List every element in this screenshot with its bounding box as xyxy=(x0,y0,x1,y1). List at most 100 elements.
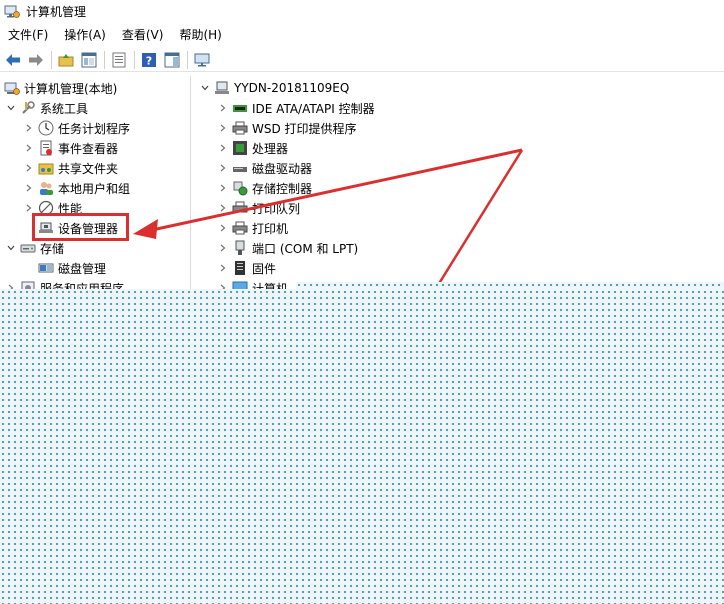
tree-label: YYDN-20181109EQ xyxy=(234,81,350,95)
annotation-highlight-box xyxy=(32,213,129,241)
printer-icon xyxy=(232,120,248,136)
device-tree-computer[interactable]: YYDN-20181109EQ xyxy=(200,78,349,98)
processor-icon xyxy=(232,140,248,156)
storage-controller-icon xyxy=(232,180,248,196)
menu-action[interactable]: 操作(A) xyxy=(56,24,114,46)
console-tree-pane: 计算机管理(本地) 系统工具 任务计划程序 事件查看器 共享文件夹 本地用户和组… xyxy=(0,76,191,304)
computer-management-icon xyxy=(4,80,20,96)
tools-icon xyxy=(20,100,36,116)
forward-icon xyxy=(29,53,43,66)
computer-icon xyxy=(214,80,230,96)
up-folder-button[interactable] xyxy=(56,50,76,70)
up-folder-icon xyxy=(58,53,74,66)
chevron-right-icon[interactable] xyxy=(24,203,34,213)
clock-icon xyxy=(38,120,54,136)
menu-file[interactable]: 文件(F) xyxy=(0,24,56,46)
chevron-right-icon[interactable] xyxy=(24,163,34,173)
device-category-ide[interactable]: IDE ATA/ATAPI 控制器 xyxy=(218,98,375,118)
tree-label: 任务计划程序 xyxy=(58,121,131,136)
tree-item-storage[interactable]: 存储 xyxy=(6,238,64,258)
ide-controller-icon xyxy=(232,100,248,116)
toolbar-separator xyxy=(104,50,105,69)
tree-label: 磁盘管理 xyxy=(58,261,107,276)
computer-management-icon xyxy=(4,5,20,18)
device-category-print-queues[interactable]: 打印队列 xyxy=(218,198,300,218)
chevron-right-icon[interactable] xyxy=(218,103,228,113)
device-category-ports[interactable]: 端口 (COM 和 LPT) xyxy=(218,238,358,258)
tree-label: 存储控制器 xyxy=(252,181,313,196)
show-action-pane-button[interactable] xyxy=(162,50,182,70)
tree-label: 系统工具 xyxy=(40,101,89,116)
tree-label: 端口 (COM 和 LPT) xyxy=(252,241,359,256)
back-button[interactable] xyxy=(3,50,23,70)
title-bar: 计算机管理 xyxy=(0,0,724,22)
help-icon: ? xyxy=(142,52,156,67)
properties-icon xyxy=(112,52,126,67)
device-category-processor[interactable]: 处理器 xyxy=(218,138,288,158)
toolbar-separator xyxy=(134,50,135,69)
chevron-right-icon[interactable] xyxy=(218,243,228,253)
menu-help[interactable]: 帮助(H) xyxy=(171,24,229,46)
chevron-down-icon[interactable] xyxy=(200,83,210,93)
chevron-right-icon[interactable] xyxy=(218,203,228,213)
chevron-right-icon[interactable] xyxy=(218,263,228,273)
device-category-printers[interactable]: 打印机 xyxy=(218,218,288,238)
chevron-down-icon[interactable] xyxy=(6,243,16,253)
monitor-icon xyxy=(194,53,210,66)
tree-item-local-users[interactable]: 本地用户和组 xyxy=(24,178,130,198)
show-hide-tree-button[interactable] xyxy=(79,50,99,70)
chevron-down-icon[interactable] xyxy=(6,103,16,113)
tree-item-event-viewer[interactable]: 事件查看器 xyxy=(24,138,118,158)
tree-item-shared-folders[interactable]: 共享文件夹 xyxy=(24,158,118,178)
chevron-right-icon[interactable] xyxy=(24,183,34,193)
tree-item-root[interactable]: 计算机管理(本地) xyxy=(4,78,117,98)
chevron-right-icon[interactable] xyxy=(218,123,228,133)
event-viewer-icon xyxy=(38,140,54,156)
firmware-icon xyxy=(232,260,248,276)
tree-label: 共享文件夹 xyxy=(58,161,119,176)
obscured-region xyxy=(0,289,724,604)
chevron-right-icon[interactable] xyxy=(24,143,34,153)
chevron-right-icon[interactable] xyxy=(218,143,228,153)
tree-item-system-tools[interactable]: 系统工具 xyxy=(6,98,88,118)
device-category-storage-controllers[interactable]: 存储控制器 xyxy=(218,178,312,198)
chevron-right-icon[interactable] xyxy=(218,183,228,193)
tree-label: 计算机管理(本地) xyxy=(24,81,118,96)
back-icon xyxy=(6,53,20,66)
disk-drive-icon xyxy=(232,160,248,176)
tree-label: 固件 xyxy=(252,261,277,276)
tree-item-task-scheduler[interactable]: 任务计划程序 xyxy=(24,118,130,138)
tree-item-disk-management[interactable]: 磁盘管理 xyxy=(38,258,106,278)
menu-view[interactable]: 查看(V) xyxy=(114,24,172,46)
tree-label: 存储 xyxy=(40,241,65,256)
tree-label: IDE ATA/ATAPI 控制器 xyxy=(252,101,375,116)
monitor-button[interactable] xyxy=(192,50,212,70)
storage-icon xyxy=(20,240,36,256)
chevron-right-icon[interactable] xyxy=(218,223,228,233)
tree-label: 事件查看器 xyxy=(58,141,119,156)
show-hide-tree-icon xyxy=(81,52,97,67)
device-category-wsd[interactable]: WSD 打印提供程序 xyxy=(218,118,357,138)
menu-bar: 文件(F) 操作(A) 查看(V) 帮助(H) xyxy=(0,24,724,46)
users-icon xyxy=(38,180,54,196)
tree-label: 处理器 xyxy=(252,141,289,156)
tree-label: 磁盘驱动器 xyxy=(252,161,313,176)
toolbar-separator xyxy=(51,50,52,69)
help-button[interactable]: ? xyxy=(139,50,159,70)
shared-folder-icon xyxy=(38,160,54,176)
chevron-right-icon[interactable] xyxy=(24,123,34,133)
disk-management-icon xyxy=(38,260,54,276)
print-queue-icon xyxy=(232,200,248,216)
printer-icon xyxy=(232,220,248,236)
tree-label: 打印机 xyxy=(252,221,289,236)
forward-button[interactable] xyxy=(26,50,46,70)
device-category-firmware[interactable]: 固件 xyxy=(218,258,276,278)
tree-label: WSD 打印提供程序 xyxy=(252,121,357,136)
device-category-disk-drives[interactable]: 磁盘驱动器 xyxy=(218,158,312,178)
toolbar-separator xyxy=(187,50,188,69)
show-action-pane-icon xyxy=(164,52,180,67)
toolbar: ? xyxy=(0,48,724,72)
chevron-right-icon[interactable] xyxy=(218,163,228,173)
svg-text:?: ? xyxy=(146,54,152,67)
properties-button[interactable] xyxy=(109,50,129,70)
